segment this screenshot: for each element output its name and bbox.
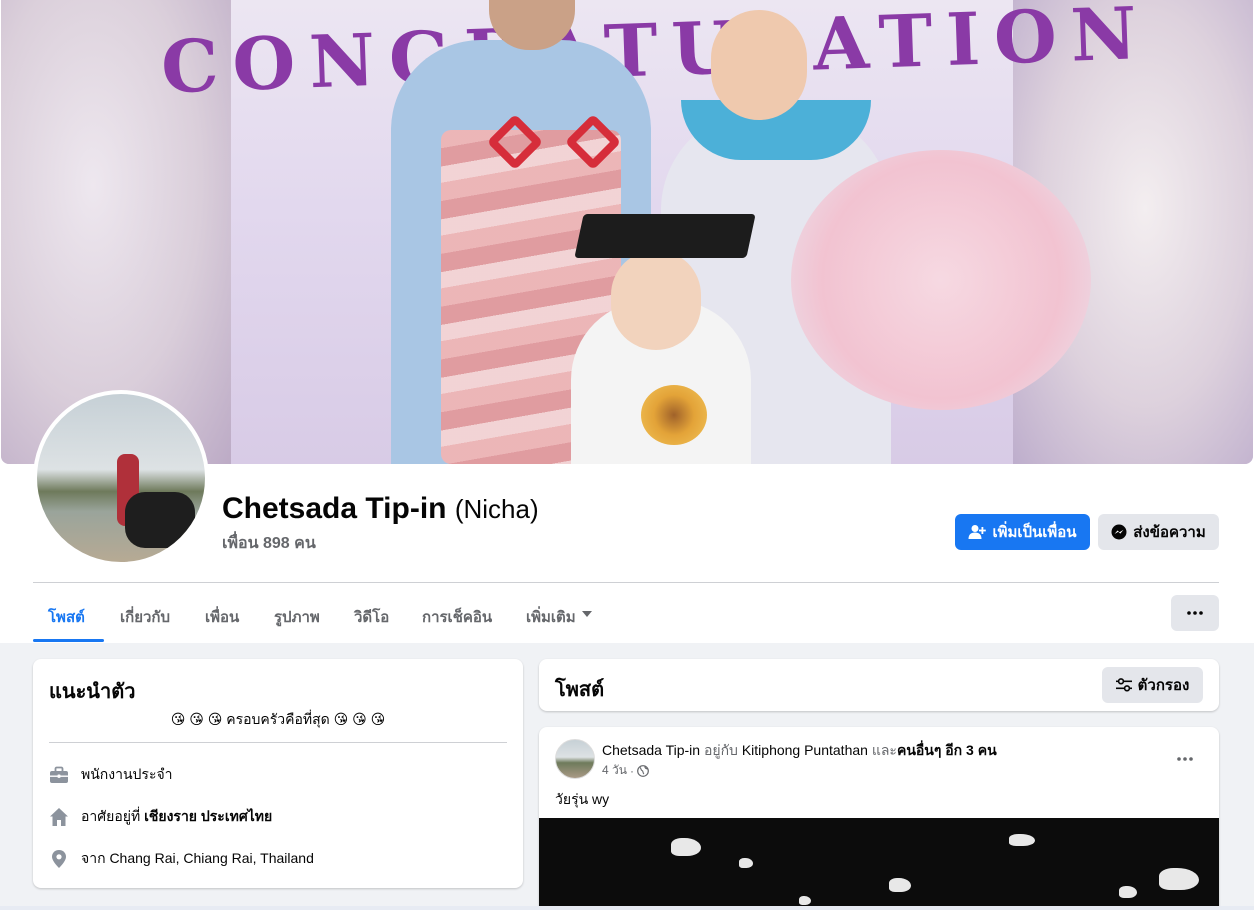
cover-graduation-cap (574, 214, 756, 258)
tab-videos[interactable]: วิดีโอ (354, 596, 389, 642)
post-with-text: อยู่กับ (700, 742, 742, 758)
post-options-button[interactable] (1167, 741, 1203, 777)
tab-more[interactable]: เพิ่มเติม (526, 596, 592, 642)
intro-lives-prefix: อาศัยอยู่ที่ (81, 808, 145, 824)
intro-from-prefix: จาก (81, 850, 110, 866)
intro-lives-in-text: อาศัยอยู่ที่ เชียงราย ประเทศไทย (81, 806, 272, 828)
post-image-speck (1119, 886, 1137, 898)
avatar-motorbike (125, 492, 195, 548)
post-and-text: และ (867, 742, 897, 758)
intro-work: พนักงานประจำ (49, 764, 173, 786)
tab-about[interactable]: เกี่ยวกับ (120, 596, 170, 642)
filter-label: ตัวกรอง (1137, 677, 1190, 694)
filter-sliders-icon (1115, 678, 1132, 692)
add-friend-label: เพิ่มเป็นเพื่อน (992, 524, 1077, 541)
post-image-speck (739, 858, 753, 868)
message-label: ส่งข้อความ (1133, 524, 1206, 541)
post-others-link[interactable]: คนอื่นๆ อีก 3 คน (897, 742, 997, 758)
intro-from-place[interactable]: Chang Rai, Chiang Rai, Thailand (109, 850, 313, 866)
post-image[interactable] (539, 818, 1219, 910)
post-author-avatar[interactable] (555, 739, 595, 779)
post-author-name[interactable]: Chetsada Tip-in (602, 742, 700, 758)
intro-from: จาก Chang Rai, Chiang Rai, Thailand (49, 848, 314, 870)
globe-icon[interactable] (637, 764, 649, 777)
post-card: Chetsada Tip-in อยู่กับ Kitiphong Puntat… (539, 727, 1219, 910)
tab-photos[interactable]: รูปภาพ (274, 596, 320, 642)
intro-card: แนะนำตัว 😘 😘 😘 ครอบครัวคือที่สุด 😘 😘 😘 พ… (33, 659, 523, 888)
intro-bio: 😘 😘 😘 ครอบครัวคือที่สุด 😘 😘 😘 (170, 711, 386, 727)
filter-button[interactable]: ตัวกรอง (1102, 667, 1203, 703)
bottom-edge (0, 906, 1254, 910)
active-tab-indicator (33, 639, 104, 642)
tab-friends[interactable]: เพื่อน (205, 596, 239, 642)
cover-figure-child-head (611, 250, 701, 350)
post-author-line: Chetsada Tip-in อยู่กับ Kitiphong Puntat… (602, 740, 997, 762)
post-image-speck (671, 838, 701, 856)
message-button[interactable]: ส่งข้อความ (1098, 514, 1219, 550)
post-image-speck (1009, 834, 1035, 846)
profile-avatar[interactable] (33, 390, 209, 566)
post-meta: 4 วัน · (602, 761, 649, 780)
profile-more-button[interactable] (1171, 595, 1219, 631)
cover-figure-woman-head (711, 10, 807, 120)
intro-title: แนะนำตัว (49, 681, 136, 703)
profile-name-text: Chetsada Tip-in (222, 492, 447, 525)
add-friend-icon (968, 524, 987, 540)
header-divider (33, 582, 1219, 583)
tab-more-label: เพิ่มเติม (526, 609, 576, 626)
post-tagged-person[interactable]: Kitiphong Puntathan (742, 742, 868, 758)
intro-lives-in: อาศัยอยู่ที่ เชียงราย ประเทศไทย (49, 806, 272, 828)
post-image-speck (889, 878, 911, 892)
intro-work-text: พนักงานประจำ (81, 766, 173, 782)
intro-lives-place[interactable]: เชียงราย ประเทศไทย (144, 808, 272, 824)
post-text: วัยรุ่น wy (555, 791, 610, 807)
intro-divider (49, 742, 507, 743)
caret-down-icon (581, 605, 592, 617)
post-meta-separator: · (629, 763, 634, 778)
posts-header-card: โพสต์ ตัวกรอง (539, 659, 1219, 711)
profile-alternate-name: (Nicha) (454, 494, 539, 524)
tab-posts[interactable]: โพสต์ (48, 596, 85, 642)
post-image-speck (1159, 868, 1199, 890)
add-friend-button[interactable]: เพิ่มเป็นเพื่อน (955, 514, 1090, 550)
tab-checkins[interactable]: การเช็คอิน (422, 596, 492, 642)
friend-count[interactable]: เพื่อน 898 คน (222, 531, 316, 556)
home-icon (49, 807, 69, 827)
post-timestamp[interactable]: 4 วัน (602, 761, 627, 780)
posts-title: โพสต์ (555, 679, 605, 701)
location-pin-icon (49, 849, 69, 869)
messenger-icon (1111, 524, 1127, 540)
post-image-speck (799, 896, 811, 905)
profile-header: CONGRATULATION Chetsada Tip-in (Nicha) เ… (0, 0, 1254, 643)
cover-photo[interactable]: CONGRATULATION (1, 0, 1253, 464)
more-dots-icon (1177, 757, 1193, 761)
briefcase-icon (49, 766, 69, 784)
profile-name: Chetsada Tip-in (Nicha) (222, 492, 539, 526)
cover-sunflower (641, 385, 707, 445)
cover-bouquet (791, 150, 1091, 410)
intro-from-text: จาก Chang Rai, Chiang Rai, Thailand (81, 848, 314, 870)
more-dots-icon (1187, 611, 1203, 615)
